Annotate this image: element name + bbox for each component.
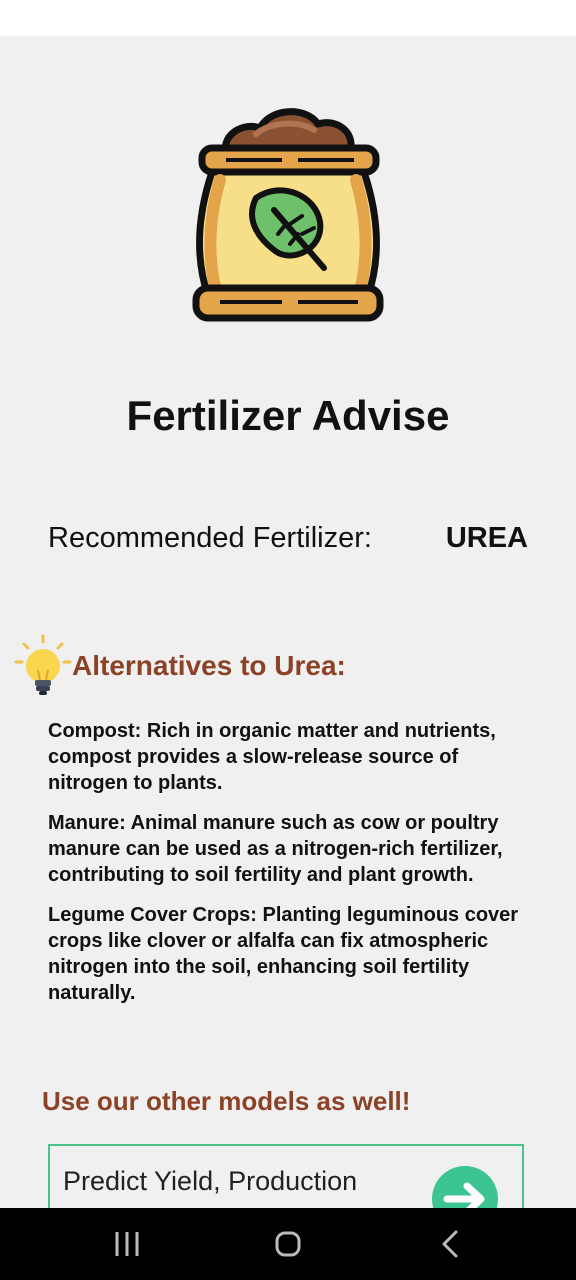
- other-models-heading: Use our other models as well!: [42, 1086, 411, 1116]
- alternatives-heading: Alternatives to Urea:: [72, 650, 346, 681]
- recommended-fertilizer-value: UREA: [445, 522, 528, 554]
- page-title: Fertilizer Advise: [126, 392, 450, 439]
- alternatives-list: Compost: Rich in organic matter and nutr…: [48, 718, 534, 1020]
- predict-yield-label: Predict Yield, Production: [63, 1166, 358, 1196]
- back-icon: [442, 1230, 458, 1258]
- system-nav-bar: [0, 1208, 576, 1280]
- status-bar: [0, 0, 576, 36]
- lightbulb-icon: [14, 634, 72, 698]
- recent-apps-icon: [115, 1232, 139, 1256]
- home-icon: [275, 1231, 301, 1257]
- alternative-item-compost: Compost: Rich in organic matter and nutr…: [48, 720, 496, 794]
- home-button[interactable]: [258, 1226, 318, 1262]
- recent-apps-button[interactable]: [97, 1226, 157, 1262]
- recommended-fertilizer-label: Recommended Fertilizer:: [48, 522, 372, 554]
- back-button[interactable]: [420, 1226, 480, 1262]
- alternative-item-manure: Manure: Animal manure such as cow or pou…: [48, 812, 503, 886]
- fertilizer-bag-icon: [186, 100, 390, 326]
- alternative-item-legume-cover-crops: Legume Cover Crops: Planting leguminous …: [48, 904, 519, 1004]
